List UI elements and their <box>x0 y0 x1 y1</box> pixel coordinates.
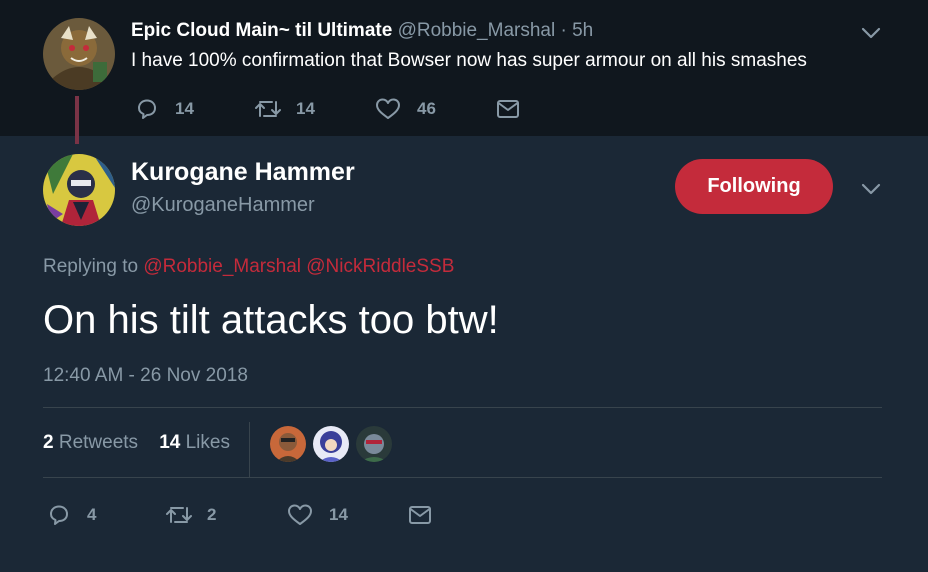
parent-display-name[interactable]: Epic Cloud Main~ til Ultimate <box>131 20 392 41</box>
divider <box>249 422 250 478</box>
parent-like-action[interactable]: 46 <box>375 97 436 121</box>
parent-header: Epic Cloud Main~ til Ultimate @Robbie_Ma… <box>131 20 593 42</box>
chevron-down-icon[interactable] <box>860 178 882 200</box>
retweet-icon <box>166 507 192 523</box>
message-icon <box>409 506 431 524</box>
parent-handle[interactable]: @Robbie_Marshal <box>398 20 556 41</box>
retweet-action[interactable]: 2 <box>165 503 216 527</box>
divider <box>43 407 882 408</box>
tweet-timestamp[interactable]: 12:40 AM - 26 Nov 2018 <box>43 365 248 387</box>
parent-avatar[interactable] <box>43 18 115 90</box>
like-icon <box>376 98 400 119</box>
reply-action[interactable]: 4 <box>47 503 96 527</box>
retweet-count: 2 <box>207 505 217 524</box>
like-action[interactable]: 14 <box>287 503 348 527</box>
like-count: 14 <box>329 505 348 524</box>
parent-time[interactable]: · 5h <box>560 20 593 41</box>
divider <box>43 477 882 478</box>
parent-reply-action[interactable]: 14 <box>135 97 194 121</box>
message-action[interactable] <box>408 504 432 526</box>
thread-line <box>75 96 79 144</box>
reply-icon <box>138 99 156 119</box>
liker-avatar[interactable] <box>312 425 350 463</box>
parent-like-count: 46 <box>417 99 436 118</box>
main-avatar[interactable] <box>43 154 115 226</box>
author-handle[interactable]: @KuroganeHammer <box>131 194 315 217</box>
reply-icon <box>50 505 68 525</box>
mention-link[interactable]: @Robbie_Marshal <box>143 256 301 277</box>
tweet-text: On his tilt attacks too btw! <box>43 298 499 342</box>
following-button[interactable]: Following <box>675 159 833 214</box>
parent-tweet-text: I have 100% confirmation that Bowser now… <box>131 50 807 71</box>
retweets-stat[interactable]: 2 Retweets <box>43 432 138 453</box>
parent-reply-count: 14 <box>175 99 194 118</box>
author-display-name[interactable]: Kurogane Hammer <box>131 158 355 187</box>
message-icon <box>497 100 519 118</box>
likes-stat[interactable]: 14 Likes <box>159 432 230 453</box>
chevron-down-icon[interactable] <box>860 22 882 44</box>
mention-link[interactable]: @NickRiddleSSB <box>306 256 454 277</box>
like-icon <box>288 504 312 525</box>
parent-retweet-count: 14 <box>296 99 315 118</box>
replying-prefix: Replying to <box>43 256 139 277</box>
parent-retweet-action[interactable]: 14 <box>254 97 315 121</box>
reply-count: 4 <box>87 505 97 524</box>
parent-message-action[interactable] <box>496 98 520 120</box>
liker-avatar[interactable] <box>355 425 393 463</box>
liker-avatar[interactable] <box>269 425 307 463</box>
retweet-icon <box>255 101 281 117</box>
parent-tweet[interactable]: Epic Cloud Main~ til Ultimate @Robbie_Ma… <box>0 0 928 136</box>
engagement-stats: 2 Retweets 14 Likes <box>43 432 230 454</box>
replying-to: Replying to @Robbie_Marshal @NickRiddleS… <box>43 256 454 278</box>
